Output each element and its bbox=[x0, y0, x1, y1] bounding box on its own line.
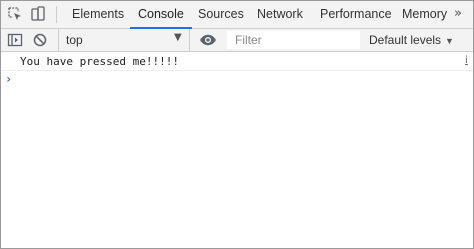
chevron-down-icon: ▼ bbox=[445, 36, 454, 46]
console-message: You have pressed me!!!!! bbox=[20, 55, 179, 68]
eye-icon[interactable] bbox=[199, 32, 217, 48]
console-prompt-icon[interactable]: › bbox=[5, 72, 12, 86]
tab-sources[interactable]: Sources bbox=[198, 1, 244, 28]
log-levels-dropdown[interactable]: Default levels ▼ bbox=[369, 33, 454, 47]
clear-console-icon[interactable] bbox=[32, 32, 48, 48]
message-source-link[interactable]: i bbox=[465, 55, 468, 66]
tab-bar-separator bbox=[56, 6, 57, 23]
sidebar-toggle-icon[interactable] bbox=[7, 32, 23, 48]
tab-elements[interactable]: Elements bbox=[72, 1, 124, 28]
tab-console[interactable]: Console bbox=[130, 1, 192, 29]
filter-input[interactable] bbox=[227, 31, 360, 49]
devtools-tab-bar: Elements Console Sources Network Perform… bbox=[1, 1, 473, 29]
console-toolbar: top ▼ Default levels▼ bbox=[1, 29, 473, 52]
more-tabs-icon[interactable]: » bbox=[454, 1, 462, 28]
dropdown-arrow-icon: ▼ bbox=[174, 32, 182, 43]
context-label: top bbox=[66, 33, 83, 47]
inspect-element-icon[interactable] bbox=[7, 6, 23, 22]
log-levels-label: Default levels bbox=[369, 33, 442, 47]
tab-memory[interactable]: Memory bbox=[402, 1, 447, 28]
context-selector[interactable]: top ▼ bbox=[58, 29, 190, 51]
tab-network[interactable]: Network bbox=[257, 1, 303, 28]
devtools-window: Elements Console Sources Network Perform… bbox=[0, 0, 474, 249]
message-divider bbox=[1, 70, 473, 71]
device-toolbar-icon[interactable] bbox=[30, 6, 46, 22]
tab-performance[interactable]: Performance bbox=[320, 1, 392, 28]
console-output[interactable]: You have pressed me!!!!! i › bbox=[1, 52, 473, 248]
